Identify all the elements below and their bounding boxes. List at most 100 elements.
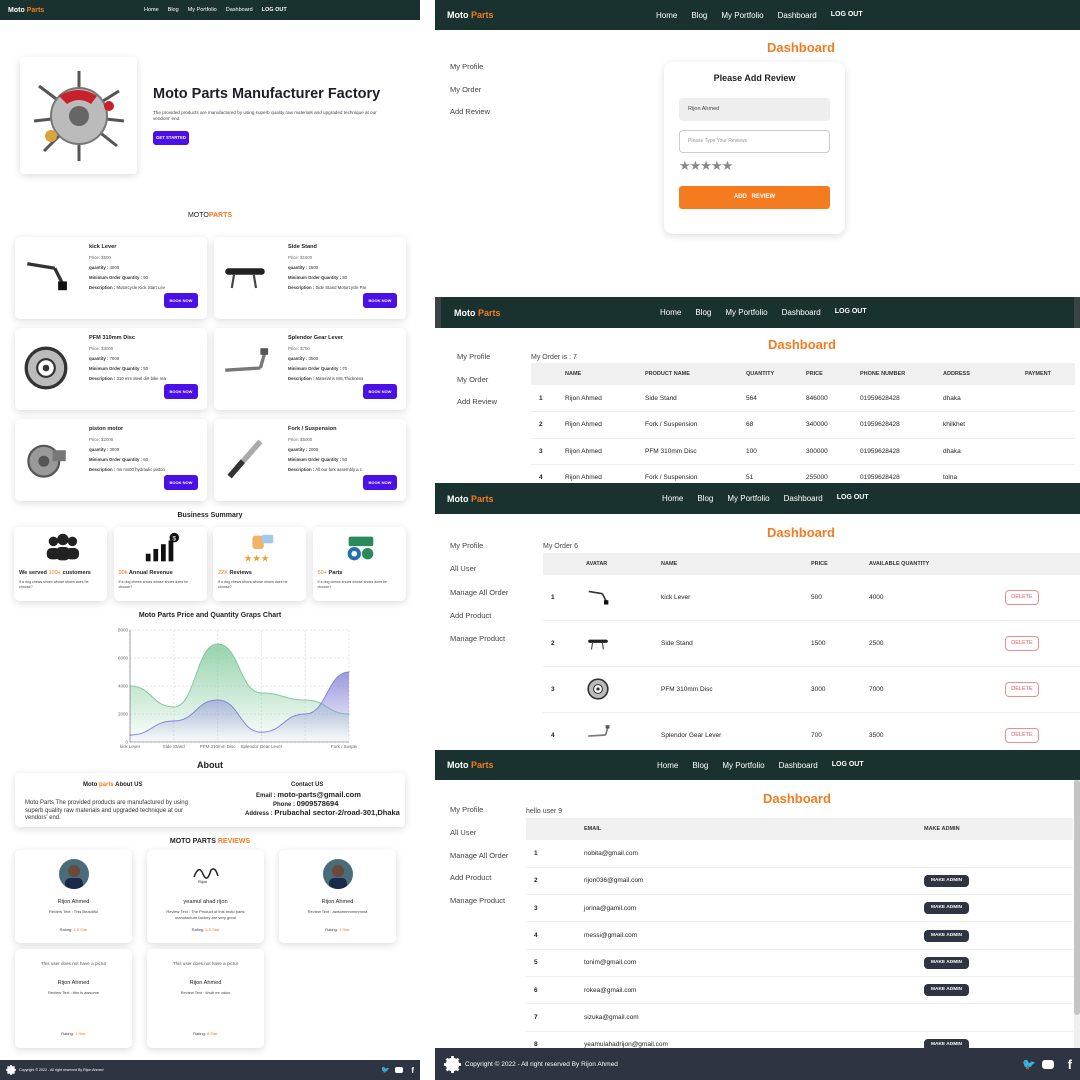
product-quantity: 7000	[869, 685, 884, 693]
product-card: PFM 310mm Disc Price: $3000 quantity : 700…	[15, 328, 207, 410]
nav-dashboard[interactable]: Dashboard	[784, 494, 823, 503]
book-now-button[interactable]: BOOK NOW	[164, 384, 198, 399]
book-now-button[interactable]: BOOK NOW	[164, 293, 198, 308]
product-min-order: Minimum Order Quantity : 60	[89, 457, 148, 462]
sidebar-item-manage-all-order[interactable]: Manage All Order	[450, 581, 508, 604]
data-point-quantity	[260, 692, 262, 694]
sidebar-item-my-profile[interactable]: My Profile	[450, 534, 508, 557]
sidebar-item-add-product[interactable]: Add Product	[450, 604, 508, 627]
sidebar-item-all-user[interactable]: All User	[450, 822, 508, 845]
nav-logout[interactable]: LOG OUT	[837, 494, 869, 503]
nav-portfolio[interactable]: My Portfolio	[722, 761, 764, 770]
nav-portfolio[interactable]: My Portfolio	[188, 7, 217, 13]
nav-dashboard[interactable]: Dashboard	[782, 308, 821, 317]
sidebar-item-manage-product[interactable]: Manage Product	[450, 627, 508, 650]
brand-logo[interactable]: Moto Parts	[8, 7, 44, 14]
product-card: kick Lever Price: $500 quantity : 4000 Mini…	[15, 237, 207, 319]
sidebar-item-add-product[interactable]: Add Product	[450, 867, 508, 890]
book-now-button[interactable]: BOOK NOW	[363, 293, 397, 308]
sidebar-item-my-order[interactable]: My Order	[457, 369, 497, 392]
book-now-button[interactable]: BOOK NOW	[363, 384, 397, 399]
sidebar-item-add-review[interactable]: Add Review	[450, 101, 490, 124]
brand-logo[interactable]: Moto Parts	[447, 10, 494, 20]
twitter-icon[interactable]: 🐦	[1022, 1058, 1036, 1071]
scrollbar[interactable]	[1074, 780, 1080, 1050]
x-tick-label: Fork / Suspension	[331, 744, 357, 749]
nav-logout[interactable]: LOG OUT	[831, 11, 863, 20]
review-textarea[interactable]: Please Type Your Reviews	[679, 130, 830, 153]
table-cell: PFM 310mm Disc	[645, 447, 697, 455]
table-cell: 564	[746, 394, 757, 402]
nav-dashboard[interactable]: Dashboard	[778, 11, 817, 20]
brand-logo[interactable]: Moto Parts	[454, 308, 501, 318]
revenue-icon: $	[142, 532, 180, 564]
make-admin-button[interactable]: MAKE ADMIN	[924, 984, 969, 997]
make-admin-button[interactable]: MAKE ADMIN	[924, 956, 969, 969]
kick-lever-icon	[588, 590, 609, 605]
nav-portfolio[interactable]: My Portfolio	[727, 494, 769, 503]
nav-home[interactable]: Home	[144, 7, 159, 13]
column-header	[526, 818, 584, 840]
product-min-order: Minimum Order Quantity : 70	[288, 366, 347, 371]
review-navbar: Moto Parts Home Blog My Portfolio Dashbo…	[435, 0, 1080, 30]
brand-logo[interactable]: Moto Parts	[447, 760, 494, 770]
delete-button[interactable]: DELETE	[1005, 636, 1039, 652]
avatar: Rijon	[191, 862, 221, 884]
nav-blog[interactable]: Blog	[695, 308, 711, 317]
make-admin-button[interactable]: MAKE ADMIN	[924, 874, 969, 887]
sidebar-item-manage-product[interactable]: Manage Product	[450, 890, 508, 913]
book-now-button[interactable]: BOOK NOW	[363, 475, 397, 490]
user-email: sizuka@gmail.com	[584, 1013, 639, 1021]
make-admin-button[interactable]: MAKE ADMIN	[924, 929, 969, 942]
rating-stars[interactable]: ★★★★★	[679, 158, 733, 174]
product-min-order: Minimum Order Quantity : 50	[288, 457, 347, 462]
youtube-icon[interactable]	[395, 1067, 403, 1073]
get-started-button[interactable]: GET STARTED	[153, 131, 189, 145]
nav-dashboard[interactable]: Dashboard	[226, 7, 253, 13]
nav-logout[interactable]: LOG OUT	[262, 7, 287, 13]
nav-dashboard[interactable]: Dashboard	[779, 761, 818, 770]
facebook-icon[interactable]: f	[411, 1066, 414, 1075]
nav-blog[interactable]: Blog	[692, 761, 708, 770]
table-row: 2 Side Stand 1500 2500 DELETE	[543, 621, 1080, 667]
manage-product-page: Moto Parts Home Blog My Portfolio Dashbo…	[435, 483, 1080, 748]
nav-logout[interactable]: LOG OUT	[832, 761, 864, 770]
all-users-page: Moto Parts Home Blog My Portfolio Dashbo…	[435, 750, 1080, 1080]
nav-blog[interactable]: Blog	[168, 7, 179, 13]
delete-button[interactable]: DELETE	[1005, 727, 1039, 743]
sidebar-item-add-review[interactable]: Add Review	[457, 391, 497, 414]
nav-portfolio[interactable]: My Portfolio	[721, 11, 763, 20]
delete-button[interactable]: DELETE	[1005, 681, 1039, 697]
nav-home[interactable]: Home	[660, 308, 681, 317]
twitter-icon[interactable]: 🐦	[381, 1066, 390, 1074]
sidebar-item-my-profile[interactable]: My Profile	[450, 56, 490, 79]
nav-home[interactable]: Home	[656, 11, 677, 20]
make-admin-button[interactable]: MAKE ADMIN	[924, 902, 969, 915]
table-cell: Fork / Suspension	[645, 474, 698, 482]
scrollbar-thumb[interactable]	[1074, 780, 1080, 1015]
nav-home[interactable]: Home	[657, 761, 678, 770]
sidebar-item-all-user[interactable]: All User	[450, 557, 508, 580]
nav-blog[interactable]: Blog	[697, 494, 713, 503]
home-footer: Copyright © 2022 - All right reserved By…	[0, 1060, 420, 1080]
summary-card: ★★★ 22K Reviews If a dog chews shoes whose…	[213, 527, 306, 601]
delete-button[interactable]: DELETE	[1005, 590, 1039, 606]
book-now-button[interactable]: BOOK NOW	[164, 475, 198, 490]
product-avatar	[586, 667, 661, 713]
nav-portfolio[interactable]: My Portfolio	[725, 308, 767, 317]
name-field[interactable]: Rijon Ahmed	[679, 98, 830, 121]
summary-card: We served 100+ customers If a dog chews s…	[14, 527, 107, 601]
nav-logout[interactable]: LOG OUT	[835, 308, 867, 317]
brand-logo[interactable]: Moto Parts	[447, 494, 494, 504]
sidebar-item-manage-all-order[interactable]: Manage All Order	[450, 845, 508, 868]
payment-cell	[1025, 438, 1075, 465]
add-review-button[interactable]: ADD REVIEW	[679, 186, 830, 209]
facebook-icon[interactable]: f	[1068, 1057, 1072, 1072]
nav-home[interactable]: Home	[662, 494, 683, 503]
sidebar-item-my-profile[interactable]: My Profile	[457, 346, 497, 369]
youtube-icon[interactable]	[1042, 1059, 1054, 1069]
product-quantity: 2500	[869, 640, 884, 648]
nav-blog[interactable]: Blog	[691, 11, 707, 20]
sidebar-item-my-order[interactable]: My Order	[450, 79, 490, 102]
sidebar-item-my-profile[interactable]: My Profile	[450, 799, 508, 822]
